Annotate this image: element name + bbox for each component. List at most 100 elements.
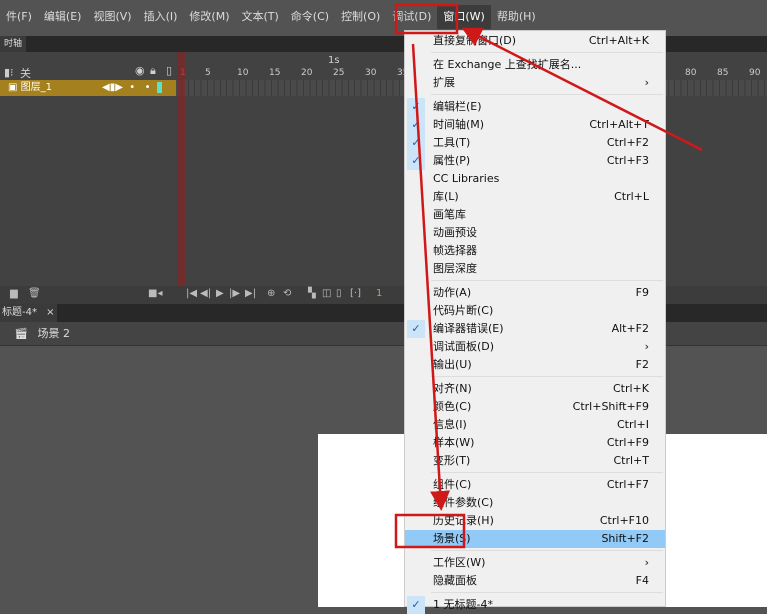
menu-3[interactable]: 插入(I) (138, 5, 184, 29)
delete-icon[interactable]: 🗑︎ (28, 288, 41, 299)
menu-item[interactable]: ✓ 属性(P) Ctrl+F3 (405, 152, 665, 170)
menu-item[interactable]: 画笔库 (405, 206, 665, 224)
menu-item[interactable]: 输出(U) F2 (405, 356, 665, 374)
menu-item[interactable]: ✓ 编辑栏(E) (405, 98, 665, 116)
menu-item[interactable]: 图层深度 (405, 260, 665, 278)
menu-7[interactable]: 控制(O) (335, 5, 386, 29)
menu-item[interactable]: 动作(A) F9 (405, 284, 665, 302)
current-frame: 1 (376, 288, 383, 299)
menu-item-label: 变形(T) (433, 454, 471, 467)
play-icon[interactable]: ▶ (216, 288, 224, 299)
menu-item-label: 动画预设 (433, 226, 477, 239)
step-back-icon[interactable]: ◀| (200, 288, 211, 299)
menu-item-label: 1 无标题-4* (433, 598, 493, 611)
menu-item[interactable]: 场景(S) Shift+F2 (405, 530, 665, 548)
menu-8[interactable]: 调试(D) (386, 5, 437, 29)
center-frame-icon[interactable]: ⊕ (267, 288, 275, 299)
timeline-tab[interactable]: 时轴 (0, 36, 27, 52)
frame-tick-label: 5 (205, 68, 211, 78)
menu-10[interactable]: 帮助(H) (491, 5, 542, 29)
menu-item-shortcut: Ctrl+F9 (606, 436, 649, 449)
new-folder-icon[interactable]: ▆ (10, 288, 18, 299)
menu-item[interactable]: 变形(T) Ctrl+T (405, 452, 665, 470)
menu-item-shortcut: Ctrl+Alt+K (588, 34, 649, 47)
eye-icon[interactable]: ◉ (135, 64, 145, 77)
menu-6[interactable]: 命令(C) (285, 5, 335, 29)
menu-0[interactable]: 件(F) (0, 5, 38, 29)
onion-markers-icon[interactable]: [·] (350, 288, 361, 299)
submenu-arrow-icon: › (644, 340, 649, 353)
menu-1[interactable]: 编辑(E) (38, 5, 88, 29)
menu-item[interactable]: 调试面板(D) › (405, 338, 665, 356)
menu-item[interactable]: 代码片断(C) (405, 302, 665, 320)
menu-9[interactable]: 窗口(W) (437, 5, 491, 29)
menu-item[interactable]: CC Libraries (405, 170, 665, 188)
check-icon: ✓ (407, 134, 425, 152)
menu-item[interactable]: 工作区(W) › (405, 554, 665, 572)
check-icon: ✓ (407, 320, 425, 338)
menu-item[interactable]: ✓ 编译器错误(E) Alt+F2 (405, 320, 665, 338)
menu-2[interactable]: 视图(V) (87, 5, 137, 29)
frame-tick-label: 20 (301, 68, 313, 78)
menu-item[interactable]: 帧选择器 (405, 242, 665, 260)
onion-skin-icon[interactable]: ▚ (308, 288, 316, 299)
edit-multiple-icon[interactable]: ▯ (336, 288, 342, 299)
menu-item[interactable]: 信息(I) Ctrl+I (405, 416, 665, 434)
menu-item-label: 时间轴(M) (433, 118, 485, 131)
camera-icon[interactable]: ■◂ (148, 288, 162, 299)
menu-item[interactable]: 颜色(C) Ctrl+Shift+F9 (405, 398, 665, 416)
close-tab-icon[interactable]: × (46, 307, 54, 318)
frame-tick-label: 15 (269, 68, 281, 78)
scene-label[interactable]: 场景 2 (37, 327, 70, 340)
menu-item[interactable]: 对齐(N) Ctrl+K (405, 380, 665, 398)
menu-item-label: 直接复制窗口(D) (433, 34, 517, 47)
lock-icon[interactable]: 🔒︎ (150, 64, 156, 78)
check-icon: ✓ (407, 98, 425, 116)
menu-item-label: 工作区(W) (433, 556, 486, 569)
layer-controls[interactable]: ◀▮▶ • • ▮ (102, 80, 163, 96)
menu-item-label: 场景(S) (433, 532, 471, 545)
second-marker: 1s (328, 55, 340, 66)
menu-item[interactable]: 直接复制窗口(D) Ctrl+Alt+K (405, 32, 665, 50)
menu-item[interactable]: 隐藏面板 F4 (405, 572, 665, 590)
menu-item[interactable]: ✓ 时间轴(M) Ctrl+Alt+T (405, 116, 665, 134)
menu-item-shortcut: Ctrl+Shift+F9 (572, 400, 649, 413)
menu-item-label: 调试面板(D) (433, 340, 495, 353)
menu-item[interactable]: 扩展 › (405, 74, 665, 92)
menu-item-label: 隐藏面板 (433, 574, 477, 587)
frame-tick-label: 85 (717, 68, 729, 78)
loop-icon[interactable]: ⟲ (283, 288, 291, 299)
menu-item-shortcut: F4 (635, 574, 649, 587)
menu-item[interactable]: 组件参数(C) (405, 494, 665, 512)
step-forward-icon[interactable]: |▶ (229, 288, 240, 299)
menu-item-shortcut: Shift+F2 (601, 532, 649, 545)
layers-icon: ▮⁝ (4, 66, 14, 79)
menu-item-shortcut: Ctrl+F3 (606, 154, 649, 167)
menu-item[interactable]: 库(L) Ctrl+L (405, 188, 665, 206)
menu-4[interactable]: 修改(M) (183, 5, 235, 29)
onion-outline-icon[interactable]: ◫ (322, 288, 331, 299)
menu-item-label: 工具(T) (433, 136, 471, 149)
menu-item[interactable]: 动画预设 (405, 224, 665, 242)
menu-5[interactable]: 文本(T) (235, 5, 284, 29)
menu-item-label: 编译器错误(E) (433, 322, 504, 335)
go-last-icon[interactable]: ▶| (245, 288, 256, 299)
menu-item-label: 信息(I) (433, 418, 467, 431)
go-first-icon[interactable]: |◀ (186, 288, 197, 299)
menu-item[interactable]: 样本(W) Ctrl+F9 (405, 434, 665, 452)
outline-icon[interactable]: ▯ (166, 64, 172, 77)
menu-item[interactable]: 组件(C) Ctrl+F7 (405, 476, 665, 494)
menu-item-label: 编辑栏(E) (433, 100, 482, 113)
playhead[interactable] (177, 52, 185, 304)
menu-item[interactable]: ✓ 工具(T) Ctrl+F2 (405, 134, 665, 152)
menu-item-shortcut: Ctrl+K (612, 382, 649, 395)
document-tab[interactable]: 标题-4* × (0, 304, 57, 322)
frame-tick-label: 10 (237, 68, 249, 78)
layer-name-cell[interactable]: ▣ 图层_1 ◀▮▶ • • ▮ (0, 80, 176, 96)
timeline-header-label: 关 (20, 67, 31, 80)
menu-item[interactable]: 在 Exchange 上查找扩展名... (405, 56, 665, 74)
menu-item[interactable]: 历史记录(H) Ctrl+F10 (405, 512, 665, 530)
menu-item-label: 扩展 (433, 76, 455, 89)
check-icon: ✓ (407, 116, 425, 134)
menu-item[interactable]: ✓ 1 无标题-4* (405, 596, 665, 614)
